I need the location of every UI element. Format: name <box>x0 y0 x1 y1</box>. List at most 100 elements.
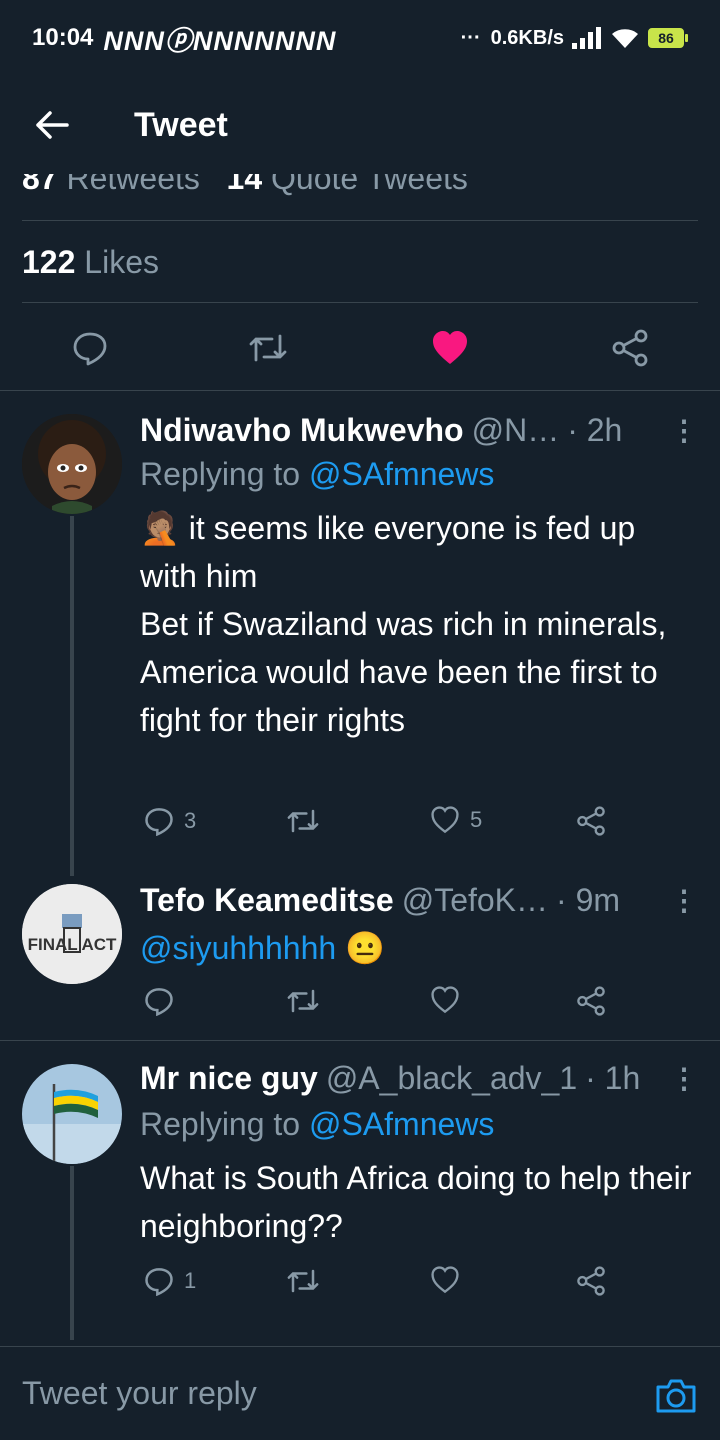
top-app-bar: Tweet <box>0 76 720 174</box>
mention-link[interactable]: @siyuhhhhhh <box>140 930 336 966</box>
reply-tweet[interactable]: Mr nice guy @A_black_adv_1 · 1h ⋮ Replyi… <box>0 1040 720 1340</box>
divider <box>22 220 698 221</box>
more-options-icon[interactable]: ⋮ <box>670 414 698 447</box>
neutral-face-emoji: 😐 <box>345 930 385 966</box>
user-handle[interactable]: @A_black_adv_1 <box>326 1060 577 1097</box>
notification-icons: NNNⓟNNNNNNN <box>103 25 337 56</box>
avatar-image: FINAL ACT <box>22 884 122 984</box>
battery-icon: 86 <box>648 28 688 48</box>
share-icon <box>577 986 605 1016</box>
wifi-icon <box>612 29 638 48</box>
user-handle[interactable]: @TefoK… <box>402 882 548 919</box>
reply-count: 3 <box>184 808 197 833</box>
reply-header: Tefo Keameditse @TefoK… · 9m ⋮ <box>140 880 698 920</box>
likes-stats[interactable]: 122 Likes <box>22 244 159 281</box>
divider <box>22 302 698 303</box>
like-button[interactable] <box>430 1266 470 1294</box>
reply-time: · 9m <box>556 881 621 918</box>
comment-icon <box>145 808 173 836</box>
avatar[interactable] <box>22 414 122 514</box>
more-options-icon[interactable]: ⋮ <box>670 1062 698 1095</box>
share-button[interactable] <box>576 1266 606 1296</box>
retweet-button[interactable] <box>248 328 288 368</box>
thread-line <box>70 516 74 876</box>
more-notifications-icon: ··· <box>460 26 481 49</box>
retweet-button[interactable] <box>286 986 330 1016</box>
facepalm-emoji: 🤦🏽 <box>140 510 180 546</box>
avatar[interactable] <box>22 1064 122 1164</box>
avatar-image <box>22 1064 122 1164</box>
retweet-icon <box>287 809 319 833</box>
reply-header: Ndiwavho Mukwevho @N… · 2h ⋮ <box>140 410 698 450</box>
replying-prefix: Replying to <box>140 1106 301 1142</box>
like-button[interactable]: 5 <box>430 806 482 834</box>
likes-label: Likes <box>84 244 159 280</box>
share-icon <box>577 1266 605 1296</box>
network-speed: 0.6KB/s <box>490 26 564 49</box>
share-button[interactable] <box>576 806 606 836</box>
tweet-action-bar <box>0 318 720 378</box>
display-name[interactable]: Tefo Keameditse <box>140 882 394 919</box>
reply-time: · 2h <box>567 411 623 448</box>
page-title: Tweet <box>134 105 228 144</box>
signal-icon <box>572 27 601 49</box>
thread-line <box>70 1166 74 1340</box>
share-button[interactable] <box>576 986 606 1016</box>
comment-icon <box>145 1268 173 1296</box>
avatar-logo-text: FINAL ACT <box>28 935 117 954</box>
retweet-button[interactable] <box>286 806 330 836</box>
replying-to: Replying to @SAfmnews <box>140 456 494 493</box>
share-icon <box>612 329 648 367</box>
retweet-icon <box>287 1269 319 1293</box>
replying-to-handle[interactable]: @SAfmnews <box>309 456 494 492</box>
like-count: 5 <box>470 807 483 832</box>
reply-button[interactable] <box>70 328 110 368</box>
share-icon <box>577 806 605 836</box>
reply-text: What is South Africa doing to help their… <box>140 1160 692 1244</box>
replying-prefix: Replying to <box>140 456 301 492</box>
like-button[interactable] <box>430 328 470 368</box>
reply-button[interactable] <box>144 986 184 1016</box>
retweet-button[interactable] <box>286 1266 330 1296</box>
heart-icon <box>431 1266 459 1294</box>
reply-text: @siyuhhhhhh 😐 <box>140 924 700 972</box>
likes-count: 122 <box>22 244 76 280</box>
replying-to: Replying to @SAfmnews <box>140 1106 494 1143</box>
battery-level: 86 <box>648 28 684 48</box>
comment-icon <box>73 332 107 366</box>
comment-icon <box>145 988 173 1016</box>
reply-count: 1 <box>184 1268 197 1293</box>
reply-composer[interactable]: Tweet your reply <box>0 1346 720 1440</box>
reply-button[interactable]: 3 <box>144 806 196 836</box>
status-bar: 10:04 NNNⓟNNNNNNN ··· 0.6KB/s 86 <box>0 0 720 76</box>
heart-icon <box>431 986 459 1014</box>
reply-text: 🤦🏽 it seems like everyone is fed up with… <box>140 504 700 744</box>
camera-button[interactable] <box>654 1373 698 1417</box>
camera-icon <box>656 1379 696 1413</box>
retweet-icon <box>249 334 287 362</box>
retweet-icon <box>287 989 319 1013</box>
display-name[interactable]: Mr nice guy <box>140 1060 318 1097</box>
reply-action-bar <box>140 986 620 1026</box>
avatar-image <box>22 414 122 514</box>
reply-button[interactable]: 1 <box>144 1266 196 1296</box>
heart-icon <box>431 806 459 834</box>
reply-tweet[interactable]: FINAL ACT Tefo Keameditse @TefoK… · 9m ⋮… <box>0 870 720 1040</box>
reply-body: it seems like everyone is fed up with hi… <box>140 510 667 738</box>
more-options-icon[interactable]: ⋮ <box>670 884 698 917</box>
user-handle[interactable]: @N… <box>472 412 560 449</box>
reply-input[interactable]: Tweet your reply <box>22 1375 257 1412</box>
display-name[interactable]: Ndiwavho Mukwevho <box>140 412 464 449</box>
reply-action-bar: 1 <box>140 1266 620 1306</box>
like-button[interactable] <box>430 986 470 1014</box>
back-button[interactable] <box>22 95 82 155</box>
status-time: 10:04 <box>32 24 94 51</box>
reply-action-bar: 3 5 <box>140 806 620 846</box>
heart-filled-icon <box>433 331 467 364</box>
replying-to-handle[interactable]: @SAfmnews <box>309 1106 494 1142</box>
reply-tweet[interactable]: Ndiwavho Mukwevho @N… · 2h ⋮ Replying to… <box>0 390 720 876</box>
share-button[interactable] <box>610 328 650 368</box>
avatar[interactable]: FINAL ACT <box>22 884 122 984</box>
arrow-left-icon <box>36 111 69 139</box>
reply-header: Mr nice guy @A_black_adv_1 · 1h ⋮ <box>140 1058 698 1098</box>
